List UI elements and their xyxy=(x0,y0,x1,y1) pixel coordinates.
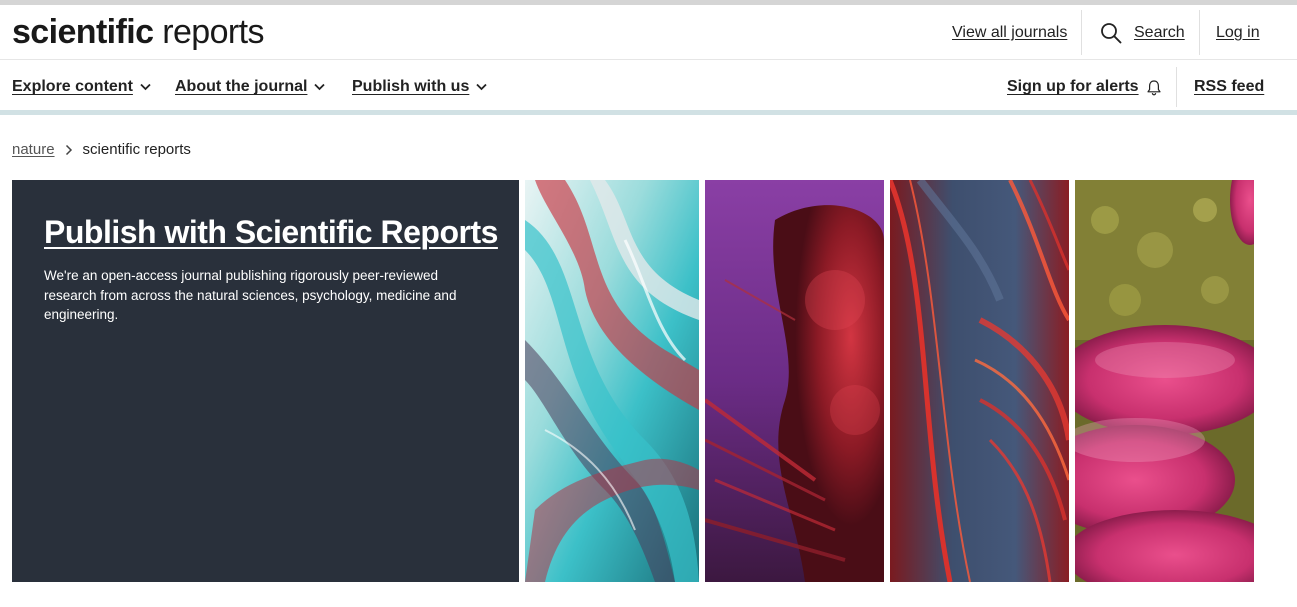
chevron-right-icon xyxy=(65,144,72,155)
chevron-down-icon xyxy=(476,83,487,91)
sign-up-alerts-link[interactable]: Sign up for alerts xyxy=(1007,78,1162,96)
nav-label: Publish with us xyxy=(352,78,470,95)
chevron-down-icon xyxy=(314,83,326,91)
chevron-down-icon xyxy=(140,83,151,91)
hero-panel: Publish with Scientific Reports We're an… xyxy=(12,180,519,582)
main-nav: Explore content About the journal Publis… xyxy=(0,61,1297,115)
breadcrumb-nature-link[interactable]: nature xyxy=(12,141,55,158)
login-link[interactable]: Log in xyxy=(1216,23,1260,43)
nav-label: About the journal xyxy=(175,78,308,95)
nav-publish-with-us[interactable]: Publish with us xyxy=(352,78,487,96)
hero-image-glass-tubes xyxy=(525,180,699,582)
site-header: scientific reports View all journals Sea… xyxy=(0,5,1297,60)
journal-logo[interactable]: scientific reports xyxy=(12,13,264,51)
hero-description: We're an open-access journal publishing … xyxy=(44,268,457,322)
hero-image-cell-purple xyxy=(705,180,884,582)
nav-divider xyxy=(1176,67,1177,107)
hero-image-blood-cells xyxy=(1075,180,1254,582)
nav-label: RSS feed xyxy=(1194,78,1265,95)
logo-bold-text: scientific xyxy=(12,13,154,51)
nav-label: Sign up for alerts xyxy=(1007,78,1139,95)
breadcrumb: nature scientific reports xyxy=(12,141,191,158)
nav-about-journal[interactable]: About the journal xyxy=(175,78,326,96)
logo-light-text: reports xyxy=(162,13,264,51)
view-all-journals-link[interactable]: View all journals xyxy=(952,23,1067,43)
hero-title-link[interactable]: Publish with Scientific Reports xyxy=(44,214,498,251)
header-divider xyxy=(1081,10,1082,55)
breadcrumb-current: scientific reports xyxy=(82,141,191,158)
nav-explore-content[interactable]: Explore content xyxy=(12,78,151,96)
header-divider xyxy=(1199,10,1200,55)
bell-icon xyxy=(1146,79,1161,95)
hero-image-tissue-red-blue xyxy=(890,180,1069,582)
search-button[interactable]: Search xyxy=(1100,21,1185,45)
rss-feed-link[interactable]: RSS feed xyxy=(1194,78,1264,96)
search-label: Search xyxy=(1134,24,1185,41)
search-icon xyxy=(1101,23,1122,44)
nav-label: Explore content xyxy=(12,78,133,95)
